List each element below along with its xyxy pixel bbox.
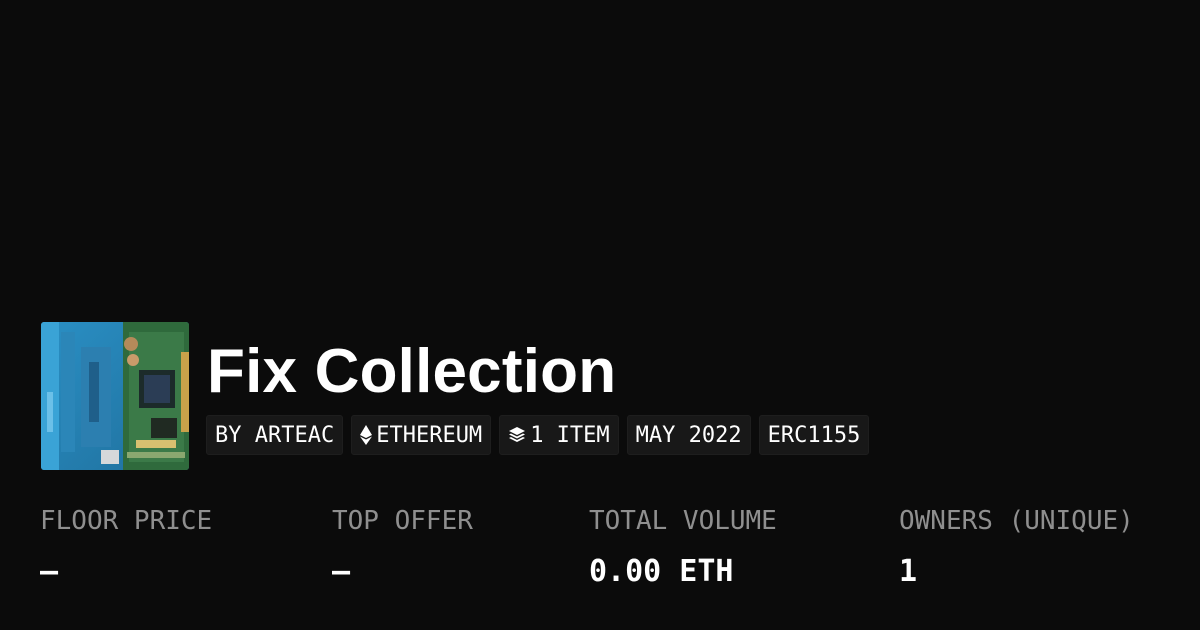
owners-label: OWNERS (UNIQUE) (899, 506, 1134, 536)
standard-tag: ERC1155 (758, 415, 870, 455)
creator-tag[interactable]: BY ARTEAC (206, 415, 344, 455)
standard-tag-label: ERC1155 (767, 422, 861, 448)
total-volume-label: TOTAL VOLUME (589, 506, 777, 536)
layers-icon (508, 426, 526, 444)
collection-title: Fix Collection (207, 337, 617, 406)
top-offer-value: – (332, 554, 351, 589)
total-volume-value: 0.00 ETH (589, 554, 734, 589)
items-tag[interactable]: 1 ITEM (499, 415, 619, 455)
collection-thumbnail[interactable] (41, 322, 189, 470)
date-tag: MAY 2022 (626, 415, 751, 455)
creator-tag-label: BY ARTEAC (215, 422, 335, 448)
items-tag-label: 1 ITEM (530, 422, 610, 448)
collection-card: Fix Collection BY ARTEAC ETHEREUM 1 ITEM… (0, 0, 1200, 630)
chain-tag[interactable]: ETHEREUM (351, 415, 492, 455)
collection-tags: BY ARTEAC ETHEREUM 1 ITEM MAY 2022 ERC11… (206, 415, 870, 455)
ethereum-icon (360, 425, 373, 445)
circuit-board-image (41, 322, 189, 470)
floor-price-label: FLOOR PRICE (40, 506, 213, 536)
date-tag-label: MAY 2022 (635, 422, 742, 448)
floor-price-value: – (40, 554, 59, 589)
top-offer-label: TOP OFFER (332, 506, 473, 536)
owners-value: 1 (899, 554, 918, 589)
chain-tag-label: ETHEREUM (376, 422, 483, 448)
